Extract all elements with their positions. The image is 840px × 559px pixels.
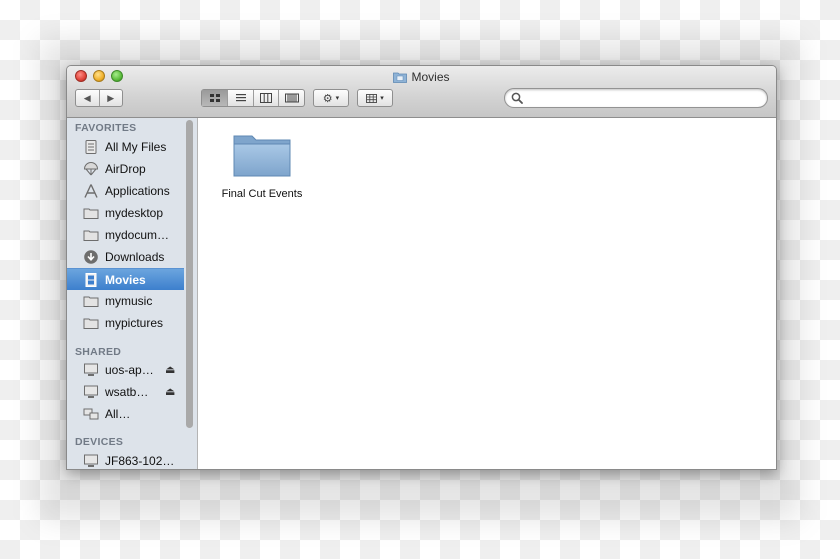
sidebar-item-wsatb[interactable]: wsatb… ⏏: [67, 381, 184, 403]
window-title-group: Movies: [67, 69, 776, 85]
sidebar-item-all-shared[interactable]: All…: [67, 403, 184, 425]
movies-folder-icon: [393, 72, 408, 83]
folder-label: Final Cut Events: [221, 188, 303, 200]
sidebar-item-movies[interactable]: Movies: [67, 268, 184, 290]
sidebar-item-label: AirDrop: [105, 162, 146, 176]
title-bar[interactable]: Movies ◀ ▶ ⚙ ▾ ▾: [67, 66, 776, 118]
sidebar-item-label: All My Files: [105, 140, 167, 154]
chevron-down-icon: ▾: [335, 95, 340, 102]
favorites-header: FAVORITES: [75, 122, 137, 134]
action-menu-button[interactable]: ⚙ ▾: [313, 89, 349, 107]
sidebar-item-label: All…: [105, 407, 131, 421]
sidebar: FAVORITES All My Files AirDrop Applicati…: [67, 118, 198, 469]
window-title: Movies: [411, 70, 450, 84]
sidebar-item-downloads[interactable]: Downloads: [67, 246, 184, 268]
eject-icon[interactable]: ⏏: [165, 363, 175, 376]
search-input[interactable]: [527, 90, 761, 106]
back-arrow-icon: ◀: [83, 92, 91, 103]
arrange-menu-button[interactable]: ▾: [357, 89, 393, 107]
folder-icon: [83, 296, 99, 307]
folder-icon: [83, 208, 99, 219]
finder-window: Movies ◀ ▶ ⚙ ▾ ▾ FAVORITES All My Files …: [66, 65, 777, 470]
list-view-icon: [235, 94, 246, 102]
sidebar-item-label: mydesktop: [105, 206, 164, 220]
sidebar-item-label: wsatb…: [105, 385, 149, 399]
shared-header: SHARED: [75, 346, 122, 358]
back-forward-group: ◀ ▶: [75, 89, 123, 107]
devices-header: DEVICES: [75, 436, 124, 448]
forward-arrow-icon: ▶: [107, 92, 115, 103]
search-field[interactable]: [504, 88, 768, 108]
sidebar-scrollbar[interactable]: [186, 120, 193, 428]
coverflow-view-button[interactable]: [278, 90, 304, 106]
arrange-grid-icon: [366, 93, 378, 103]
sidebar-item-airdrop[interactable]: AirDrop: [67, 158, 184, 180]
sidebar-item-all-my-files[interactable]: All My Files: [67, 136, 184, 158]
movies-icon: [85, 273, 97, 287]
folder-icon: [233, 135, 291, 177]
gear-icon: ⚙: [322, 92, 333, 105]
search-icon: [511, 92, 523, 104]
sidebar-item-mydesktop[interactable]: mydesktop: [67, 202, 184, 224]
file-browser-content[interactable]: Final Cut Events: [198, 118, 776, 469]
computer-icon: [84, 454, 98, 467]
sidebar-item-mymusic[interactable]: mymusic: [67, 290, 184, 312]
airdrop-icon: [83, 162, 99, 176]
sidebar-item-label: mypictures: [105, 316, 164, 330]
sidebar-item-label: Movies: [105, 273, 146, 287]
column-view-button[interactable]: [252, 90, 279, 106]
sidebar-item-uos-ap[interactable]: uos-ap… ⏏: [67, 359, 184, 381]
back-button[interactable]: ◀: [76, 90, 99, 106]
chevron-down-icon: ▾: [380, 95, 384, 102]
sidebar-item-label: mymusic: [105, 294, 153, 308]
sidebar-item-mydocuments[interactable]: mydocum…: [67, 224, 184, 246]
folder-icon: [83, 318, 99, 329]
sidebar-item-label: uos-ap…: [105, 363, 154, 377]
applications-icon: [84, 184, 98, 198]
downloads-icon: [84, 250, 98, 264]
eject-icon[interactable]: ⏏: [165, 385, 175, 398]
icon-view-icon: [209, 94, 220, 102]
network-icon: [83, 408, 99, 420]
sidebar-item-label: JF863-102…: [105, 454, 175, 468]
sidebar-item-applications[interactable]: Applications: [67, 180, 184, 202]
sidebar-item-label: Applications: [105, 184, 170, 198]
folder-icon: [83, 230, 99, 241]
list-view-button[interactable]: [227, 90, 253, 106]
all-files-icon: [85, 140, 97, 154]
computer-icon: [84, 385, 98, 398]
sidebar-item-label: mydocum…: [105, 228, 170, 242]
sidebar-item-device[interactable]: JF863-102…: [67, 450, 184, 469]
icon-view-button[interactable]: [202, 90, 228, 106]
computer-icon: [84, 363, 98, 376]
forward-button[interactable]: ▶: [98, 90, 123, 106]
sidebar-item-mypictures[interactable]: mypictures: [67, 312, 184, 334]
view-mode-group: [201, 89, 305, 107]
column-view-icon: [260, 93, 273, 103]
folder-item-final-cut-events[interactable]: Final Cut Events: [212, 130, 312, 210]
sidebar-item-label: Downloads: [105, 250, 165, 264]
coverflow-view-icon: [284, 93, 299, 103]
